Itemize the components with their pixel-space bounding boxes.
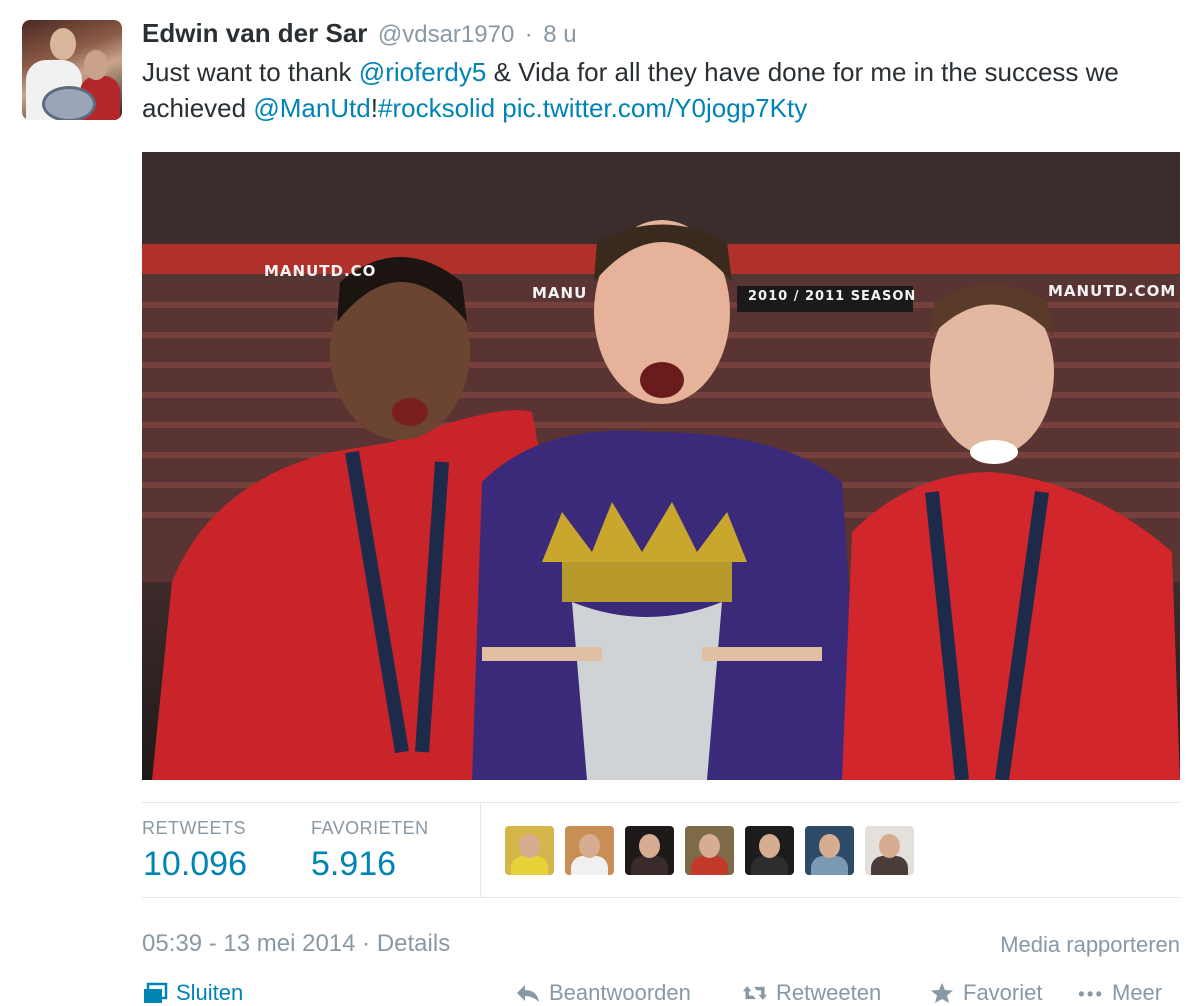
retweet-button[interactable]: Retweeten [742,980,881,1006]
tweet-photo[interactable]: MANUTD.CO MANU 2010 / 2011 SEASON MANUTD… [142,152,1180,780]
tweet-text-part: Just want to thank [142,57,359,87]
stadium-banner: 2010 / 2011 SEASON [748,289,917,304]
stadium-banner: MANUTD.COM [1048,282,1177,300]
favoriter-avatar-6[interactable] [805,826,854,875]
author-handle[interactable]: @vdsar1970 [378,21,514,48]
reply-button[interactable]: Beantwoorden [515,980,691,1006]
stats-vertical-divider [480,803,481,897]
favoriter-avatar-1[interactable] [505,826,554,875]
more-label: Meer [1112,980,1163,1005]
collapse-icon [144,982,168,1003]
favoriter-avatar-7[interactable] [865,826,914,875]
tweet-text-part: ! [370,93,378,123]
stadium-banner: MANU [532,284,588,302]
header-separator: · [524,21,533,48]
timestamp-separator: · [362,930,371,957]
details-link[interactable]: Details [377,930,450,957]
report-media-link[interactable]: Media rapporteren [1000,932,1180,958]
photo-illustration [142,152,1180,780]
reply-label: Beantwoorden [549,980,691,1005]
tweet-timestamp: 05:39 - 13 mei 2014 · Details [142,930,450,958]
stats-divider-top [142,802,1180,803]
retweet-icon [742,986,768,1000]
favorites-label[interactable]: FAVORIETEN [311,818,429,839]
author-name[interactable]: Edwin van der Sar [142,18,367,48]
star-icon [931,983,953,1003]
tweet-age[interactable]: 8 u [543,21,576,48]
close-button[interactable]: Sluiten [142,980,243,1006]
favoriter-avatar-5[interactable] [745,826,794,875]
stadium-banner: MANUTD.CO [264,262,377,280]
stats-divider-bottom [142,897,1180,898]
favoriters-list [505,826,914,875]
favorites-count[interactable]: 5.916 [311,845,396,884]
favoriter-avatar-2[interactable] [565,826,614,875]
retweets-count[interactable]: 10.096 [143,845,247,884]
favoriter-avatar-3[interactable] [625,826,674,875]
retweet-label: Retweeten [776,980,882,1005]
favorite-button[interactable]: Favoriet [929,980,1042,1006]
mention-manutd[interactable]: @ManUtd [253,93,370,123]
tweet-header: Edwin van der Sar @vdsar1970 · 8 u [142,18,577,49]
favorite-label: Favoriet [963,980,1043,1005]
hashtag-rocksolid[interactable]: #rocksolid [378,93,495,123]
reply-icon [517,985,539,1002]
timestamp-text: 05:39 - 13 mei 2014 [142,930,356,957]
favoriter-avatar-4[interactable] [685,826,734,875]
tweet-text: Just want to thank @rioferdy5 & Vida for… [142,54,1172,126]
mention-rioferdy5[interactable]: @rioferdy5 [359,57,487,87]
more-button[interactable]: Meer [1078,980,1162,1006]
close-label: Sluiten [176,980,244,1005]
retweets-label[interactable]: RETWEETS [142,818,246,839]
more-dots-icon [1078,991,1102,997]
author-avatar[interactable] [22,20,122,120]
pic-link[interactable]: pic.twitter.com/Y0jogp7Kty [502,93,807,123]
